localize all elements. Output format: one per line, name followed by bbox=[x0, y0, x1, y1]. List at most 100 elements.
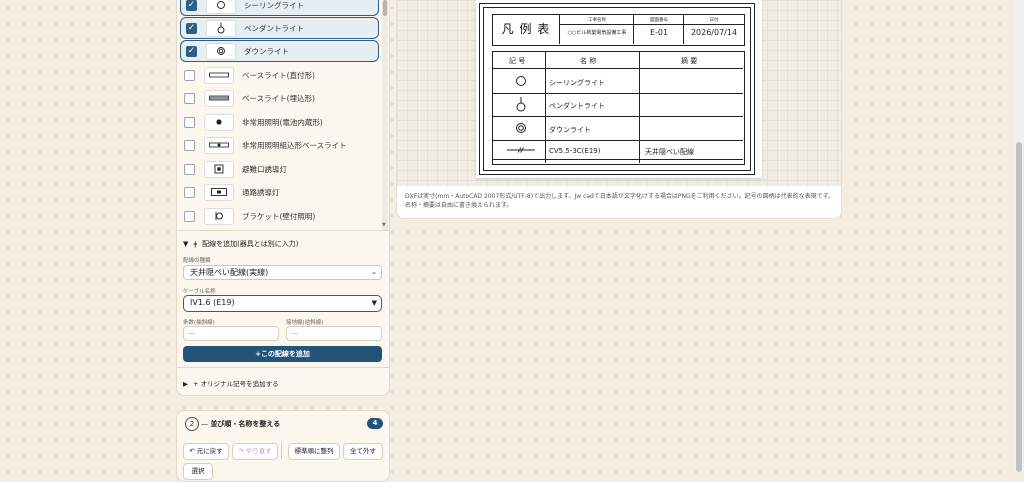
undo-button[interactable]: ↶ 元に戻す bbox=[183, 443, 229, 460]
bracket-light-symbol-icon bbox=[204, 207, 234, 225]
drawing-value: E-01 bbox=[649, 28, 669, 37]
select-button[interactable]: 選択 bbox=[183, 463, 213, 480]
checkbox[interactable]: ✓ bbox=[186, 22, 197, 34]
undo-icon: ↶ bbox=[189, 447, 195, 455]
wire-count-label: 条数(抽斜線) bbox=[183, 320, 215, 326]
base-light-recessed-symbol-icon bbox=[204, 89, 234, 107]
base-light-surface-symbol-icon bbox=[204, 66, 234, 84]
cable-name-input[interactable]: IV1.6 (E19) ▼ bbox=[183, 295, 382, 312]
selected-count-badge: 4 bbox=[367, 418, 383, 429]
wire-count-input[interactable]: — bbox=[183, 326, 279, 341]
checkbox[interactable] bbox=[184, 186, 195, 198]
checkbox[interactable] bbox=[184, 139, 195, 151]
symbol-list-scroll-thumb[interactable] bbox=[383, 0, 387, 16]
project-head: 工事名称 bbox=[588, 18, 606, 23]
symbol-row-emergency-base-light[interactable]: 非常用照明組込形ベースライト bbox=[179, 134, 379, 156]
row-name: シーリングライト bbox=[549, 79, 605, 87]
scroll-down-arrow-icon[interactable]: ▼ bbox=[382, 222, 386, 228]
uncheck-all-button[interactable]: 全て外す bbox=[343, 443, 383, 460]
symbol-row-emergency-light[interactable]: 非常用照明(電池内蔵形) bbox=[179, 111, 379, 133]
emergency-base-light-symbol-icon bbox=[204, 136, 234, 154]
checkbox[interactable] bbox=[184, 92, 195, 104]
symbol-label: シーリングライト bbox=[244, 0, 304, 10]
wiring-section-header[interactable]: ▼ ǂ 配線を追加(器具とは別に入力) bbox=[183, 239, 299, 249]
wiring-line-symbol-icon bbox=[501, 140, 541, 160]
collapse-triangle-icon: ▼ bbox=[183, 240, 189, 248]
emergency-light-symbol-icon bbox=[204, 113, 234, 131]
symbol-row-passage-guide-light[interactable]: 通路誘導灯 bbox=[179, 181, 379, 203]
symbol-list-scrollbar[interactable] bbox=[382, 0, 388, 230]
chevron-down-icon: ⌄ bbox=[371, 268, 377, 276]
drawing-cell: 図面番号 E-01 bbox=[633, 15, 684, 44]
checkbox[interactable]: ✓ bbox=[186, 45, 197, 57]
symbol-row-exit-sign[interactable]: 避難口誘導灯 bbox=[179, 158, 379, 180]
checkbox[interactable] bbox=[184, 163, 195, 175]
date-value: 2026/07/14 bbox=[690, 28, 738, 37]
date-head: 日付 bbox=[709, 18, 719, 23]
left-panel: ✓ シーリングライト ✓ ペンダントライト ✓ ダウンライト ベースライト(直付… bbox=[176, 0, 390, 396]
pendant-light-symbol-icon bbox=[206, 19, 236, 37]
symbol-row-downlight[interactable]: ✓ ダウンライト bbox=[180, 40, 379, 62]
col-symbol-header: 記 号 bbox=[509, 57, 526, 65]
expand-triangle-icon: ▶ bbox=[183, 380, 188, 388]
ground-wire-input[interactable]: — bbox=[286, 326, 382, 341]
checkbox[interactable] bbox=[184, 116, 195, 128]
project-cell: 工事名称 ○○ビル新築電気設備工事 bbox=[559, 15, 634, 44]
dropdown-triangle-icon: ▼ bbox=[371, 299, 377, 307]
dash-icon: — bbox=[201, 420, 208, 428]
symbol-row-bracket-light[interactable]: ブラケット(壁付照明) bbox=[179, 205, 379, 227]
symbol-label: ベースライト(埋込形) bbox=[242, 93, 315, 103]
order-section-title-text: 並び順・名称を整える bbox=[210, 420, 281, 428]
ground-wire-label: 接地線(逆斜線) bbox=[286, 320, 324, 326]
order-section: 2 — 並び順・名称を整える 4 ↶ 元に戻す ↷ やり直す 標準順に整列 全て… bbox=[176, 410, 390, 482]
row-desc: 天井隠ぺい配線 bbox=[645, 148, 694, 156]
redo-button[interactable]: ↷ やり直す bbox=[232, 443, 278, 460]
page-scroll-thumb[interactable] bbox=[1016, 142, 1022, 472]
cable-name-label: ケーブル名称 bbox=[183, 289, 216, 295]
wiring-type-value: 天井隠ぺい配線(実線) bbox=[190, 268, 269, 277]
wiring-type-label: 配線の種類 bbox=[183, 258, 211, 264]
title-block: 凡 例 表 工事名称 ○○ビル新築電気設備工事 図面番号 E-01 日付 202… bbox=[492, 14, 745, 46]
project-value: ○○ビル新築電気設備工事 bbox=[567, 30, 627, 36]
symbol-label: ダウンライト bbox=[244, 46, 289, 56]
symbol-row-base-light-surface[interactable]: ベースライト(直付形) bbox=[179, 64, 379, 86]
downlight-symbol-icon bbox=[206, 42, 236, 60]
symbol-row-ceiling-light[interactable]: ✓ シーリングライト bbox=[180, 0, 379, 16]
symbol-label: 非常用照明(電池内蔵形) bbox=[242, 117, 323, 127]
checkbox[interactable]: ✓ bbox=[186, 0, 197, 11]
original-symbol-label: + オリジナル記号を追加する bbox=[193, 380, 279, 388]
symbol-list: ✓ シーリングライト ✓ ペンダントライト ✓ ダウンライト ベースライト(直付… bbox=[177, 0, 383, 230]
passage-guide-light-symbol-icon bbox=[204, 183, 234, 201]
downlight-symbol-icon bbox=[501, 118, 541, 138]
symbol-label: 非常用照明組込形ベースライト bbox=[242, 140, 347, 150]
legend-table: 記 号 名 称 摘 要 シーリングライト ペンダントライト ダウンライト CV5… bbox=[492, 51, 745, 165]
wiring-type-select[interactable]: 天井隠ぺい配線(実線) ⌄ bbox=[183, 265, 382, 280]
symbol-label: 避難口誘導灯 bbox=[242, 164, 287, 174]
order-section-title[interactable]: — 並び順・名称を整える bbox=[201, 419, 280, 429]
legend-sheet: 凡 例 表 工事名称 ○○ビル新築電気設備工事 図面番号 E-01 日付 202… bbox=[476, 0, 762, 178]
toolbar-divider bbox=[281, 442, 282, 459]
step-number-badge: 2 bbox=[185, 417, 199, 431]
undo-label: 元に戻す bbox=[196, 447, 223, 455]
add-wiring-button[interactable]: +この配線を追加 bbox=[183, 346, 382, 362]
drawing-head: 図面番号 bbox=[650, 18, 668, 23]
original-symbol-toggle[interactable]: ▶ + オリジナル記号を追加する bbox=[177, 367, 389, 395]
symbol-label: 通路誘導灯 bbox=[242, 187, 280, 197]
sheet-title: 凡 例 表 bbox=[501, 22, 551, 36]
symbol-label: ペンダントライト bbox=[244, 23, 304, 33]
ceiling-light-symbol-icon bbox=[501, 71, 541, 91]
preview-card: 凡 例 表 工事名称 ○○ビル新築電気設備工事 図面番号 E-01 日付 202… bbox=[396, 0, 842, 219]
redo-label: やり直す bbox=[245, 447, 272, 455]
symbol-label: ベースライト(直付形) bbox=[242, 70, 315, 80]
checkbox[interactable] bbox=[184, 210, 195, 222]
symbol-row-pendant-light[interactable]: ✓ ペンダントライト bbox=[180, 17, 379, 39]
checkbox[interactable] bbox=[184, 69, 195, 81]
symbol-label: ブラケット(壁付照明) bbox=[242, 211, 316, 221]
row-name: CV5.5-3C(E19) bbox=[549, 147, 601, 155]
cable-name-value: IV1.6 (E19) bbox=[190, 298, 235, 307]
symbol-row-base-light-recessed[interactable]: ベースライト(埋込形) bbox=[179, 87, 379, 109]
standard-sort-button[interactable]: 標準順に整列 bbox=[288, 443, 340, 460]
pendant-light-symbol-icon bbox=[501, 94, 541, 114]
row-name: ペンダントライト bbox=[549, 102, 605, 110]
wiring-heading: 配線を追加(器具とは別に入力) bbox=[202, 240, 299, 248]
